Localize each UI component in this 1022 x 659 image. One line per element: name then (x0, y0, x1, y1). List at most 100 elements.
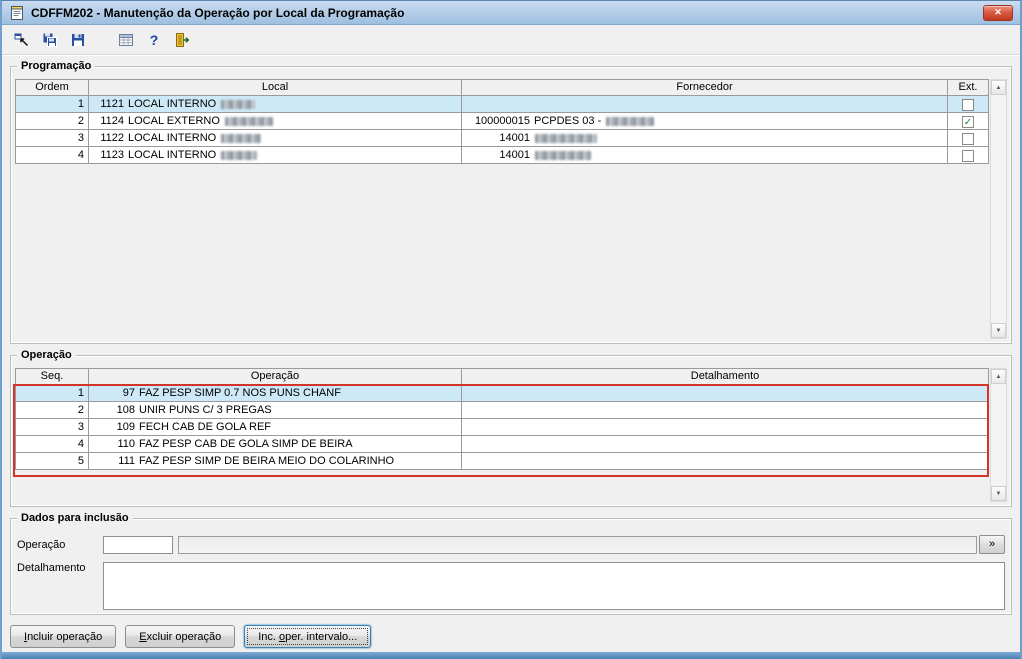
operacao-cell: 111 FAZ PESP SIMP DE BEIRA MEIO DO COLARI… (89, 453, 462, 470)
scroll-up-button[interactable]: ▲ (991, 80, 1006, 95)
seq-cell: 1 (15, 385, 89, 402)
operacao-code: 111 (118, 455, 135, 467)
ext-checkbox[interactable] (962, 133, 974, 146)
operacao-row[interactable]: 2 108 UNIR PUNS C/ 3 PREGAS (15, 402, 989, 419)
operacao-row[interactable]: 4 110 FAZ PESP CAB DE GOLA SIMP DE BEIRA (15, 436, 989, 453)
operacao-desc: FAZ PESP CAB DE GOLA SIMP DE BEIRA (139, 438, 353, 450)
redacted-text (221, 133, 262, 143)
redacted-text (606, 116, 655, 126)
programacao-header: Ordem Local Fornecedor Ext. (15, 79, 989, 96)
save-as-icon (43, 33, 57, 47)
scroll-up-button[interactable]: ▲ (991, 369, 1006, 384)
programacao-scrollbar[interactable]: ▲ ▼ (990, 79, 1007, 339)
ext-cell: ✓ (948, 113, 989, 130)
scroll-down-button[interactable]: ▼ (991, 486, 1006, 501)
ext-cell (948, 96, 989, 113)
detalhamento-cell (462, 436, 989, 453)
operacao-desc: FAZ PESP SIMP 0.7 NOS PUNS CHANF (139, 387, 341, 399)
operacao-input[interactable] (103, 535, 173, 554)
transfer-button[interactable] (10, 28, 34, 52)
column-header-detalhamento: Detalhamento (462, 368, 989, 385)
column-header-local: Local (89, 79, 462, 96)
ext-checkbox[interactable]: ✓ (962, 116, 974, 129)
ext-cell (948, 147, 989, 164)
detalhamento-textarea[interactable] (103, 562, 1005, 610)
fornecedor-code: 14001 (499, 132, 530, 144)
scroll-track[interactable] (991, 95, 1006, 323)
ext-checkbox[interactable] (962, 150, 974, 163)
fornecedor-cell (462, 96, 948, 113)
detalhamento-cell (462, 453, 989, 470)
programacao-row[interactable]: 2 1124 LOCAL EXTERNO 100000015 PCPDES 03 - ✓ (15, 113, 989, 130)
programacao-row[interactable]: 3 1122 LOCAL INTERNO 14001 (15, 130, 989, 147)
operacao-row[interactable]: 1 97 FAZ PESP SIMP 0.7 NOS PUNS CHANF (15, 385, 989, 402)
column-header-ordem: Ordem (15, 79, 89, 96)
operacao-groupbox: Operação Seq. Operação Detalhamento 1 97 F… (10, 349, 1012, 507)
redacted-text (224, 116, 273, 126)
close-icon: ✕ (994, 7, 1002, 17)
scroll-track[interactable] (991, 384, 1006, 486)
exit-button[interactable] (170, 28, 194, 52)
operacao-group-label: Operação (17, 349, 76, 361)
detalhamento-cell (462, 419, 989, 436)
action-buttons: Incluir operação Excluir operação Inc. o… (10, 625, 1012, 648)
operacao-field-label: Operação (17, 538, 66, 551)
app-window: CDFFM202 - Manutenção da Operação por Lo… (0, 0, 1022, 659)
incluir-operacao-button[interactable]: Incluir operação (10, 625, 117, 648)
titlebar[interactable]: CDFFM202 - Manutenção da Operação por Lo… (2, 1, 1020, 25)
dados-inclusao-group-label: Dados para inclusão (17, 512, 133, 524)
local-name: LOCAL INTERNO (128, 149, 217, 161)
fornecedor-code: 100000015 (474, 115, 530, 127)
operacao-code: 109 (116, 421, 135, 433)
window-title: CDFFM202 - Manutenção da Operação por Lo… (31, 5, 405, 20)
save-as-button[interactable] (38, 28, 62, 52)
operacao-header: Seq. Operação Detalhamento (15, 368, 989, 385)
operacao-row[interactable]: 5 111 FAZ PESP SIMP DE BEIRA MEIO DO COLAR… (15, 453, 989, 470)
operacao-row[interactable]: 3 109 FECH CAB DE GOLA REF (15, 419, 989, 436)
operacao-cell: 97 FAZ PESP SIMP 0.7 NOS PUNS CHANF (89, 385, 462, 402)
local-name: LOCAL EXTERNO (128, 115, 220, 127)
dados-inclusao-groupbox: Dados para inclusão Operação » Detalhame… (10, 512, 1012, 615)
seq-cell: 5 (15, 453, 89, 470)
operacao-cell: 108 UNIR PUNS C/ 3 PREGAS (89, 402, 462, 419)
local-code: 1123 (100, 149, 124, 161)
ordem-cell: 1 (15, 96, 89, 113)
detalhamento-field-label: Detalhamento (17, 562, 86, 574)
save-icon (72, 33, 84, 46)
seq-cell: 2 (15, 402, 89, 419)
app-icon[interactable] (9, 5, 25, 21)
lookup-button[interactable]: » (979, 535, 1005, 554)
redacted-text (535, 150, 591, 160)
programacao-row[interactable]: 4 1123 LOCAL INTERNO 14001 (15, 147, 989, 164)
grid-button[interactable] (114, 28, 138, 52)
programacao-groupbox: Programação Ordem Local Fornecedor Ext. … (10, 60, 1012, 344)
operacao-cell: 110 FAZ PESP CAB DE GOLA SIMP DE BEIRA (89, 436, 462, 453)
ext-checkbox[interactable] (962, 99, 974, 112)
operacao-cell: 109 FECH CAB DE GOLA REF (89, 419, 462, 436)
local-code: 1124 (100, 115, 124, 127)
detalhamento-cell (462, 385, 989, 402)
operacao-scrollbar[interactable]: ▲ ▼ (990, 368, 1007, 502)
redacted-text (221, 150, 258, 160)
close-button[interactable]: ✕ (983, 4, 1013, 21)
fornecedor-cell: 14001 (462, 130, 948, 147)
column-header-seq: Seq. (15, 368, 89, 385)
help-button[interactable]: ? (142, 28, 166, 52)
column-header-fornecedor: Fornecedor (462, 79, 948, 96)
redacted-text (535, 133, 597, 143)
excluir-operacao-button[interactable]: Excluir operação (125, 625, 236, 648)
local-cell: 1121 LOCAL INTERNO (89, 96, 462, 113)
fornecedor-code: 14001 (499, 149, 530, 161)
save-button[interactable] (66, 28, 90, 52)
inc-oper-intervalo-button[interactable]: Inc. oper. intervalo... (244, 625, 372, 648)
fornecedor-cell: 100000015 PCPDES 03 - (462, 113, 948, 130)
local-cell: 1122 LOCAL INTERNO (89, 130, 462, 147)
operacao-desc: FAZ PESP SIMP DE BEIRA MEIO DO COLARINHO (139, 455, 395, 467)
grid-icon (119, 33, 133, 46)
ordem-cell: 2 (15, 113, 89, 130)
programacao-row[interactable]: 1 1121 LOCAL INTERNO (15, 96, 989, 113)
operacao-rows: 1 97 FAZ PESP SIMP 0.7 NOS PUNS CHANF 2 108 U… (15, 385, 989, 470)
seq-cell: 3 (15, 419, 89, 436)
dialog-content: Programação Ordem Local Fornecedor Ext. … (2, 55, 1020, 652)
scroll-down-button[interactable]: ▼ (991, 323, 1006, 338)
